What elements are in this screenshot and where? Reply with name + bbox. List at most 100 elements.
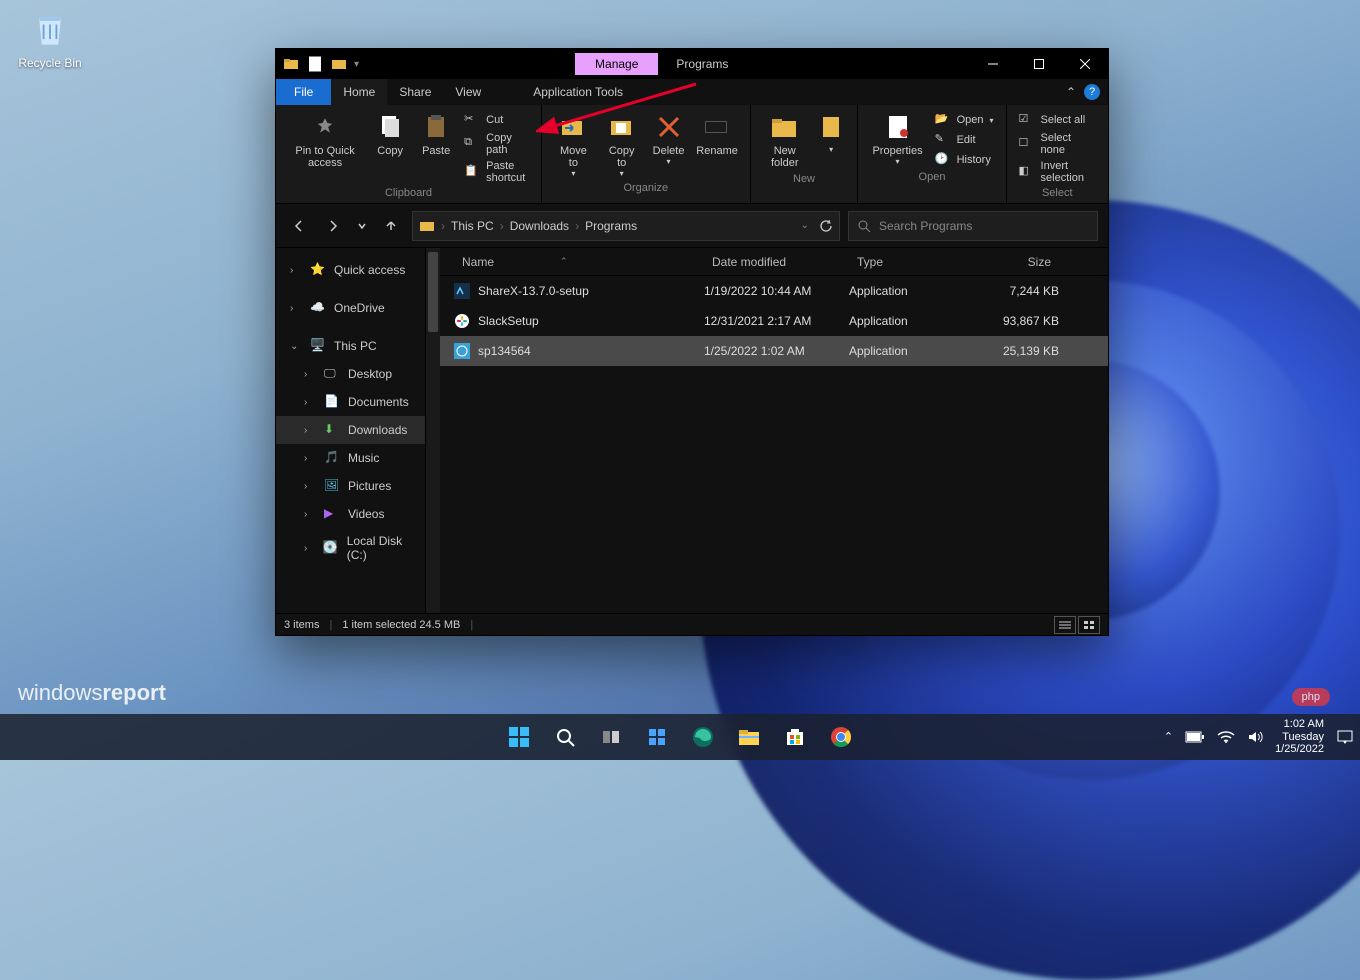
- file-type: Application: [849, 314, 969, 328]
- history-button[interactable]: 🕑History: [931, 151, 998, 169]
- select-none-icon: ☐: [1019, 136, 1035, 152]
- copy-to-button[interactable]: Copy to▾: [599, 109, 645, 180]
- group-select: Select: [1042, 185, 1073, 201]
- new-folder-icon: [769, 111, 801, 143]
- sidebar-downloads[interactable]: ›⬇Downloads: [276, 416, 425, 444]
- open-button[interactable]: 📂Open ▾: [931, 111, 998, 129]
- rename-icon: [701, 111, 733, 143]
- move-to-button[interactable]: Move to▾: [550, 109, 597, 180]
- navigation-bar: › This PC › Downloads › Programs ⌄ Searc…: [276, 204, 1108, 248]
- sidebar-videos[interactable]: ›▶Videos: [276, 500, 425, 528]
- address-bar[interactable]: › This PC › Downloads › Programs ⌄: [412, 211, 840, 241]
- paste-button[interactable]: Paste: [414, 109, 458, 159]
- sidebar-local-disk[interactable]: ›💽Local Disk (C:): [276, 528, 425, 568]
- document-icon: [306, 55, 324, 73]
- invert-selection-button[interactable]: ◧Invert selection: [1015, 159, 1100, 185]
- task-view-button[interactable]: [591, 717, 631, 757]
- file-explorer-window: ▾ Manage Programs File Home Share View A…: [275, 48, 1109, 636]
- recycle-bin[interactable]: Recycle Bin: [10, 8, 90, 70]
- volume-icon[interactable]: [1247, 730, 1263, 744]
- pc-icon: 🖥️: [310, 338, 326, 354]
- cut-icon: ✂: [464, 112, 480, 128]
- new-item-button[interactable]: ▾: [813, 109, 850, 156]
- microsoft-store-button[interactable]: [775, 717, 815, 757]
- refresh-button[interactable]: [819, 219, 833, 233]
- tray-chevron-icon[interactable]: ⌃: [1164, 730, 1173, 743]
- sidebar-desktop[interactable]: ›🖵Desktop: [276, 360, 425, 388]
- history-icon: 🕑: [935, 152, 951, 168]
- ribbon: Pin to Quick access Copy Paste ✂Cut ⧉Cop…: [276, 105, 1108, 204]
- file-type-icon: [454, 283, 470, 299]
- help-icon[interactable]: ?: [1084, 84, 1100, 100]
- address-chevron-icon[interactable]: ⌄: [801, 220, 809, 231]
- file-row[interactable]: sp1345641/25/2022 1:02 AMApplication25,1…: [440, 336, 1108, 366]
- notifications-icon[interactable]: [1336, 729, 1354, 745]
- rename-button[interactable]: Rename: [693, 109, 742, 159]
- details-view-button[interactable]: [1054, 616, 1076, 634]
- contextual-tab-manage[interactable]: Manage: [575, 53, 658, 75]
- sidebar-music[interactable]: ›🎵Music: [276, 444, 425, 472]
- recycle-bin-label: Recycle Bin: [10, 56, 90, 70]
- maximize-button[interactable]: [1016, 49, 1062, 79]
- back-button[interactable]: [286, 213, 312, 239]
- thumbnails-view-button[interactable]: [1078, 616, 1100, 634]
- sidebar-scrollbar[interactable]: [426, 248, 440, 613]
- file-type-icon: [454, 313, 470, 329]
- close-button[interactable]: [1062, 49, 1108, 79]
- search-button[interactable]: [545, 717, 585, 757]
- share-tab[interactable]: Share: [387, 79, 443, 105]
- sidebar-pictures[interactable]: ›🖼Pictures: [276, 472, 425, 500]
- file-explorer-button[interactable]: [729, 717, 769, 757]
- properties-button[interactable]: Properties▾: [866, 109, 928, 168]
- clock[interactable]: 1:02 AM Tuesday 1/25/2022: [1275, 718, 1324, 756]
- up-button[interactable]: [378, 213, 404, 239]
- file-date: 12/31/2021 2:17 AM: [704, 314, 849, 328]
- select-all-button[interactable]: ☑Select all: [1015, 111, 1100, 129]
- edge-button[interactable]: [683, 717, 723, 757]
- column-headers[interactable]: Name⌃ Date modified Type Size: [440, 248, 1108, 276]
- forward-button[interactable]: [320, 213, 346, 239]
- chrome-button[interactable]: [821, 717, 861, 757]
- new-folder-button[interactable]: New folder: [759, 109, 811, 171]
- cut-button[interactable]: ✂Cut: [460, 111, 533, 129]
- breadcrumb-root[interactable]: This PC: [451, 219, 494, 233]
- file-tab[interactable]: File: [276, 79, 331, 105]
- copy-icon: [374, 111, 406, 143]
- qat-chevron-icon[interactable]: ▾: [354, 59, 359, 70]
- pin-to-quick-access-button[interactable]: Pin to Quick access: [284, 109, 366, 171]
- select-none-button[interactable]: ☐Select none: [1015, 131, 1100, 157]
- sidebar-this-pc[interactable]: ⌄🖥️This PC: [276, 332, 425, 360]
- downloads-icon: ⬇: [324, 422, 340, 438]
- copy-button[interactable]: Copy: [368, 109, 412, 159]
- battery-icon[interactable]: [1185, 731, 1205, 743]
- navigation-pane[interactable]: ›⭐Quick access ›☁️OneDrive ⌄🖥️This PC ›🖵…: [276, 248, 426, 613]
- view-tab[interactable]: View: [443, 79, 493, 105]
- home-tab[interactable]: Home: [331, 79, 387, 105]
- search-box[interactable]: Search Programs: [848, 211, 1098, 241]
- file-row[interactable]: ShareX-13.7.0-setup1/19/2022 10:44 AMApp…: [440, 276, 1108, 306]
- collapse-ribbon-icon[interactable]: ⌃: [1066, 85, 1076, 99]
- breadcrumb-downloads[interactable]: Downloads: [510, 219, 569, 233]
- paste-shortcut-button[interactable]: 📋Paste shortcut: [460, 159, 533, 185]
- properties-icon: [882, 111, 914, 143]
- sidebar-onedrive[interactable]: ›☁️OneDrive: [276, 294, 425, 322]
- delete-button[interactable]: Delete▾: [647, 109, 691, 168]
- widgets-button[interactable]: [637, 717, 677, 757]
- application-tools-tab[interactable]: Application Tools: [521, 79, 635, 105]
- status-selection: 1 item selected 24.5 MB: [342, 619, 460, 631]
- taskbar[interactable]: ⌃ 1:02 AM Tuesday 1/25/2022: [0, 714, 1360, 760]
- edit-button[interactable]: ✎Edit: [931, 131, 998, 149]
- sidebar-quick-access[interactable]: ›⭐Quick access: [276, 256, 425, 284]
- copy-path-button[interactable]: ⧉Copy path: [460, 131, 533, 157]
- file-row[interactable]: SlackSetup12/31/2021 2:17 AMApplication9…: [440, 306, 1108, 336]
- minimize-button[interactable]: [970, 49, 1016, 79]
- titlebar[interactable]: ▾ Manage Programs: [276, 49, 1108, 79]
- recent-locations-button[interactable]: [354, 213, 370, 239]
- star-icon: ⭐: [310, 262, 326, 278]
- breadcrumb-programs[interactable]: Programs: [585, 219, 637, 233]
- sidebar-documents[interactable]: ›📄Documents: [276, 388, 425, 416]
- wifi-icon[interactable]: [1217, 730, 1235, 744]
- system-tray[interactable]: ⌃ 1:02 AM Tuesday 1/25/2022: [1164, 718, 1354, 756]
- start-button[interactable]: [499, 717, 539, 757]
- file-name: SlackSetup: [478, 314, 539, 328]
